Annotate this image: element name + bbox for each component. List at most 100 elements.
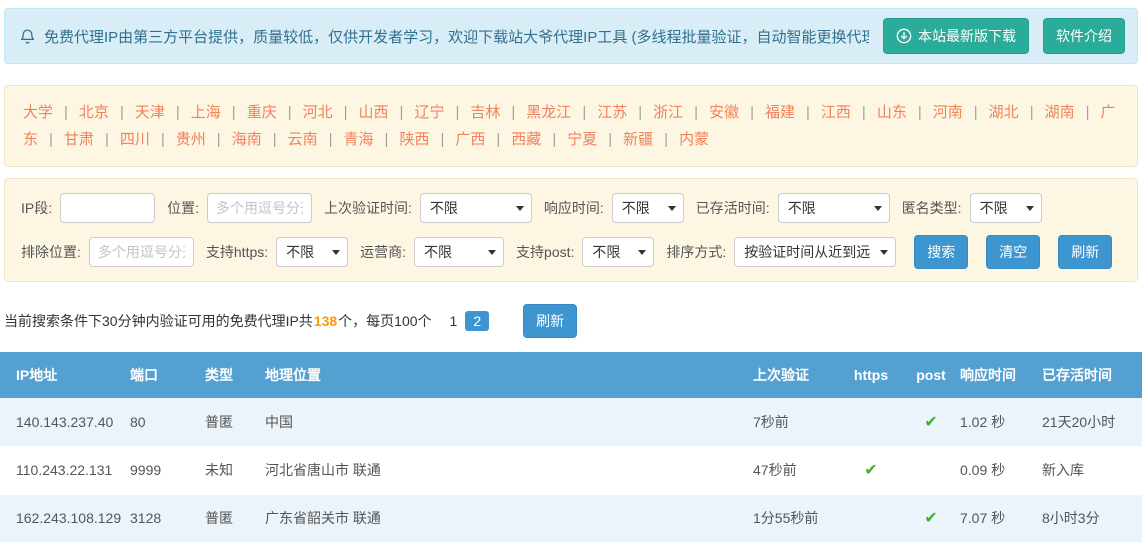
status-text-prefix: 当前搜索条件下30分钟内验证可用的免费代理IP共 (4, 313, 313, 329)
caret-down-icon (1025, 205, 1034, 211)
region-link[interactable]: 辽宁 (414, 104, 444, 121)
region-link[interactable]: 北京 (79, 104, 109, 121)
region-link[interactable]: 贵州 (176, 131, 206, 148)
region-link[interactable]: 重庆 (247, 104, 277, 121)
region-link[interactable]: 广西 (455, 131, 485, 148)
header-type: 类型 (205, 352, 265, 398)
separator: | (694, 104, 699, 121)
region-link[interactable]: 山东 (877, 104, 907, 121)
region-link[interactable]: 内蒙 (679, 131, 709, 148)
table-row: 140.143.237.40 80 普匿 中国 7秒前 ✔ 1.02 秒 21天… (0, 398, 1142, 446)
result-count: 138 (313, 313, 338, 329)
separator: | (582, 104, 587, 121)
intro-button-label: 软件介绍 (1056, 28, 1112, 44)
cell-port: 3128 (130, 494, 205, 542)
response-time-select[interactable]: 不限 (611, 193, 684, 223)
region-link[interactable]: 西藏 (511, 131, 541, 148)
filter-refresh-button[interactable]: 刷新 (1058, 235, 1113, 269)
cell-last-verify: 7秒前 (735, 398, 840, 446)
region-link[interactable]: 湖北 (989, 104, 1019, 121)
clear-button[interactable]: 清空 (986, 235, 1041, 269)
separator: | (175, 104, 180, 121)
filter-row-2: 排除位置: 支持https: 不限 运营商: 不限 支持post: 不限 排序方… (19, 235, 1123, 269)
region-link[interactable]: 上海 (191, 104, 221, 121)
cell-ip: 140.143.237.40 (0, 398, 130, 446)
header-location: 地理位置 (265, 352, 735, 398)
filter-panel: IP段: 位置: 上次验证时间: 不限 响应时间: 不限 已存活时间: 不限 匿… (4, 178, 1138, 282)
region-link[interactable]: 云南 (288, 131, 318, 148)
region-link[interactable]: 大学 (23, 104, 53, 121)
https-support-select[interactable]: 不限 (276, 237, 349, 267)
region-link[interactable]: 天津 (135, 104, 165, 121)
ip-range-input[interactable] (60, 193, 156, 223)
isp-label: 运营商: (360, 244, 407, 260)
region-link[interactable]: 江苏 (597, 104, 627, 121)
region-link[interactable]: 新疆 (623, 131, 653, 148)
separator: | (638, 104, 643, 121)
isp-select[interactable]: 不限 (414, 237, 505, 267)
region-link[interactable]: 宁夏 (567, 131, 597, 148)
sort-order-select-value: 按验证时间从近到远 (744, 244, 871, 260)
page-link-1[interactable]: 1 (450, 313, 458, 329)
sort-order-select[interactable]: 按验证时间从近到远 (734, 237, 897, 267)
location-label: 位置: (167, 200, 200, 216)
region-link[interactable]: 福建 (765, 104, 795, 121)
region-link[interactable]: 河北 (303, 104, 333, 121)
region-link[interactable]: 湖南 (1045, 104, 1075, 121)
anonymity-type-label: 匿名类型: (901, 200, 962, 216)
https-check-icon (840, 494, 902, 542)
caret-down-icon (638, 249, 647, 255)
proxy-table: IP地址 端口 类型 地理位置 上次验证 https post 响应时间 已存活… (0, 352, 1142, 542)
anonymity-type-select-value: 不限 (979, 200, 1008, 216)
post-support-select[interactable]: 不限 (582, 237, 655, 267)
separator: | (440, 131, 445, 148)
exclude-location-input[interactable] (88, 237, 194, 267)
cell-type: 普匿 (205, 494, 265, 542)
region-link[interactable]: 海南 (232, 131, 262, 148)
region-link[interactable]: 四川 (120, 131, 150, 148)
region-link[interactable]: 浙江 (653, 104, 683, 121)
download-latest-button[interactable]: 本站最新版下载 (883, 18, 1029, 54)
region-filter-links: 大学 | 北京 | 天津 | 上海 | 重庆 | 河北 | 山西 | 辽宁 | 吉林 | 黑龙江 | 江苏 | 浙江 | 安徽 |… (4, 85, 1138, 167)
status-text-suffix: 个，每页100个 (338, 313, 432, 329)
region-link[interactable]: 山西 (359, 104, 389, 121)
announcement-text: 免费代理IP由第三方平台提供，质量较低，仅供开发者学习，欢迎下载站大爷代理IP工… (44, 28, 869, 46)
caret-down-icon (880, 249, 889, 255)
region-link[interactable]: 安徽 (709, 104, 739, 121)
ip-range-label: IP段: (21, 200, 53, 216)
cell-type: 普匿 (205, 398, 265, 446)
region-link[interactable]: 青海 (344, 131, 374, 148)
last-verify-select-value: 不限 (429, 200, 458, 216)
alive-time-select-value: 不限 (787, 200, 816, 216)
table-row: 162.243.108.129 3128 普匿 广东省韶关市 联通 1分55秒前… (0, 494, 1142, 542)
cell-port: 9999 (130, 462, 162, 478)
anonymity-type-select[interactable]: 不限 (969, 193, 1042, 223)
region-link[interactable]: 河南 (933, 104, 963, 121)
separator: | (384, 131, 389, 148)
last-verify-select[interactable]: 不限 (419, 193, 532, 223)
region-link[interactable]: 陕西 (399, 131, 429, 148)
region-link[interactable]: 甘肃 (64, 131, 94, 148)
separator: | (104, 131, 109, 148)
download-button-label: 本站最新版下载 (918, 28, 1016, 44)
location-input[interactable] (207, 193, 313, 223)
separator: | (216, 131, 221, 148)
response-time-select-value: 不限 (621, 200, 650, 216)
software-intro-button[interactable]: 软件介绍 (1043, 18, 1125, 54)
page-link-2-current[interactable]: 2 (465, 311, 490, 331)
https-check-icon: ✔ (864, 462, 878, 479)
cell-last-verify: 1分55秒前 (735, 494, 840, 542)
header-port: 端口 (130, 352, 205, 398)
cell-alive-time: 新入库 (1042, 462, 1084, 478)
region-link[interactable]: 江西 (821, 104, 851, 121)
region-link[interactable]: 吉林 (470, 104, 500, 121)
list-refresh-button[interactable]: 刷新 (523, 304, 578, 338)
region-link[interactable]: 黑龙江 (526, 104, 571, 121)
header-last-verify: 上次验证 (735, 352, 840, 398)
alive-time-select[interactable]: 不限 (777, 193, 890, 223)
post-check-icon (902, 446, 960, 494)
search-button[interactable]: 搜索 (914, 235, 969, 269)
alive-time-label: 已存活时间: (695, 200, 770, 216)
cell-response-time: 0.09 秒 (960, 462, 1006, 478)
separator: | (231, 104, 236, 121)
